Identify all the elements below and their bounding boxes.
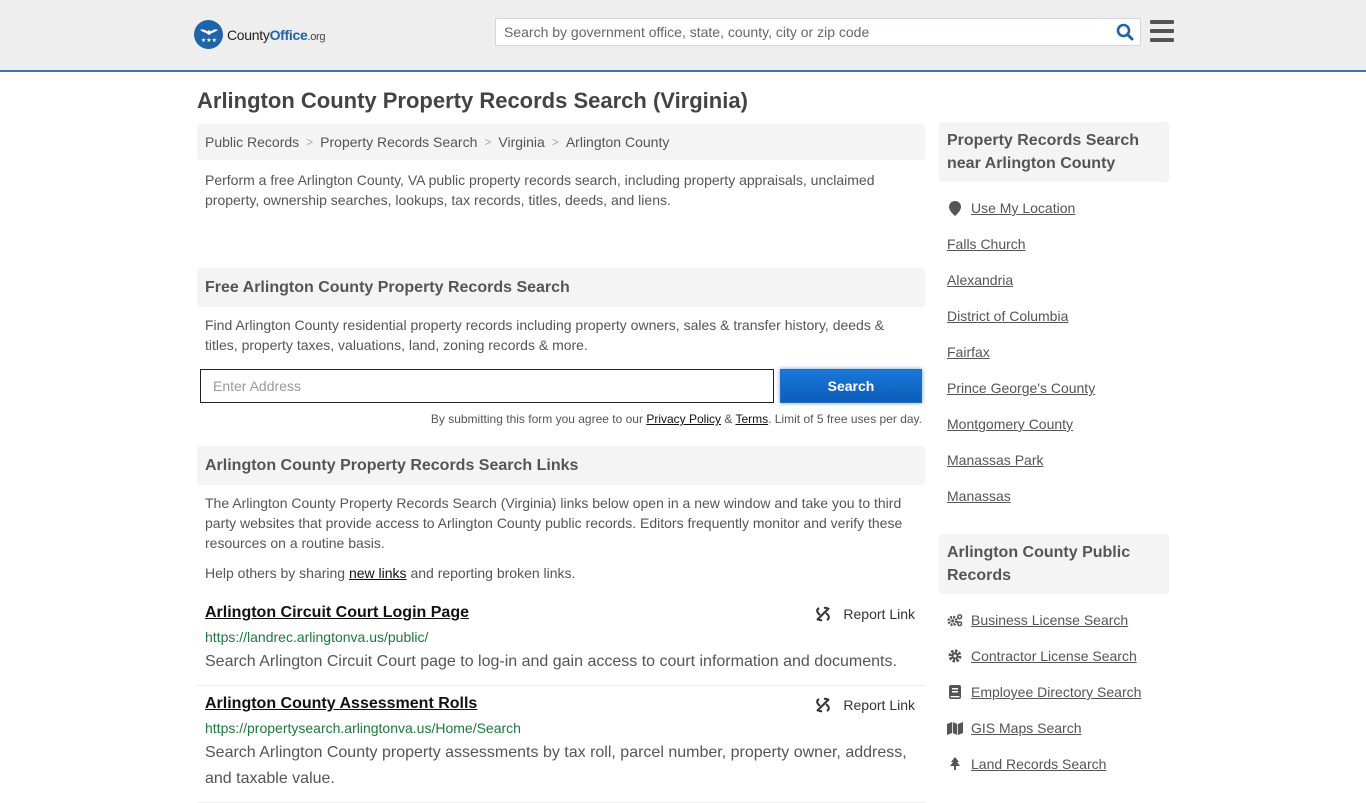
- resource-link-list: Arlington Circuit Court Login Page Repor…: [197, 595, 925, 803]
- help-text: Help others by sharing new links and rep…: [197, 553, 925, 583]
- gis-maps-search-link[interactable]: GIS Maps Search: [971, 720, 1082, 736]
- nearby-link-manassas-park[interactable]: Manassas Park: [947, 452, 1043, 468]
- free-search-heading: Free Arlington County Property Records S…: [197, 268, 925, 307]
- new-links-link[interactable]: new links: [349, 565, 407, 581]
- resource-link-item: Arlington Circuit Court Login Page Repor…: [197, 595, 925, 686]
- public-records-item: Land Records Search: [947, 746, 1161, 782]
- map-marker-icon: [947, 200, 963, 216]
- resource-link-title[interactable]: Arlington County Assessment Rolls: [205, 695, 477, 712]
- report-link-button[interactable]: Report Link: [815, 606, 915, 622]
- address-search-form: Search: [197, 369, 925, 403]
- nearby-link-falls-church[interactable]: Falls Church: [947, 236, 1026, 252]
- resource-link-title[interactable]: Arlington Circuit Court Login Page: [205, 604, 469, 621]
- breadcrumb-separator: >: [306, 135, 314, 149]
- nearby-link-district-of-columbia[interactable]: District of Columbia: [947, 308, 1068, 324]
- nearby-heading: Property Records Search near Arlington C…: [939, 122, 1169, 182]
- search-icon[interactable]: [1110, 23, 1140, 41]
- breadcrumb-separator: >: [551, 135, 559, 149]
- logo-text-office: Office: [269, 26, 308, 43]
- nearby-item: Fairfax: [947, 334, 1161, 370]
- privacy-policy-link[interactable]: Privacy Policy: [646, 412, 721, 426]
- nearby-item: Falls Church: [947, 226, 1161, 262]
- hamburger-menu-icon[interactable]: [1150, 20, 1174, 42]
- breadcrumb: Public Records > Property Records Search…: [197, 124, 925, 160]
- public-records-heading: Arlington County Public Records: [939, 534, 1169, 594]
- public-records-item: GIS Maps Search: [947, 710, 1161, 746]
- sidebar: Property Records Search near Arlington C…: [939, 122, 1169, 788]
- logo-wordmark: CountyOffice.org: [227, 26, 326, 43]
- nearby-item: Manassas Park: [947, 442, 1161, 478]
- terms-notice: By submitting this form you agree to our…: [197, 412, 925, 426]
- tree-icon: [947, 757, 963, 771]
- nearby-link-fairfax[interactable]: Fairfax: [947, 344, 990, 360]
- business-license-search-link[interactable]: Business License Search: [971, 612, 1128, 628]
- nearby-item: Montgomery County: [947, 406, 1161, 442]
- report-link-button[interactable]: Report Link: [815, 697, 915, 713]
- resource-link-description: Search Arlington County property assessm…: [205, 744, 907, 787]
- report-link-label: Report Link: [843, 697, 915, 713]
- site-logo[interactable]: ★★★ CountyOffice.org: [194, 20, 326, 49]
- nearby-link-prince-georges-county[interactable]: Prince George's County: [947, 380, 1095, 396]
- free-search-description: Find Arlington County residential proper…: [205, 317, 885, 353]
- main-content: Public Records > Property Records Search…: [197, 124, 925, 803]
- logo-text-org: .org: [307, 30, 326, 43]
- nearby-item: Prince George's County: [947, 370, 1161, 406]
- links-section-heading: Arlington County Property Records Search…: [197, 446, 925, 485]
- eagle-logo-icon: ★★★: [194, 20, 223, 49]
- nearby-link-alexandria[interactable]: Alexandria: [947, 272, 1013, 288]
- help-prefix: Help others by sharing: [205, 565, 349, 581]
- public-records-item: Employee Directory Search: [947, 674, 1161, 710]
- resource-link-description: Search Arlington Circuit Court page to l…: [205, 653, 897, 670]
- book-icon: [947, 685, 963, 699]
- nearby-list: Use My Location Falls Church Alexandria …: [939, 182, 1169, 520]
- address-input[interactable]: [200, 369, 774, 403]
- terms-suffix: . Limit of 5 free uses per day.: [768, 412, 922, 426]
- menu-bar: [1150, 29, 1174, 33]
- site-search: [495, 18, 1141, 46]
- resource-link-url: https://propertysearch.arlingtonva.us/Ho…: [205, 720, 521, 736]
- svg-text:★★★: ★★★: [200, 37, 216, 44]
- public-records-item: Business License Search: [947, 602, 1161, 638]
- nearby-item: Alexandria: [947, 262, 1161, 298]
- resource-link-item: Arlington County Assessment Rolls Report…: [197, 686, 925, 803]
- public-records-item: Contractor License Search: [947, 638, 1161, 674]
- breadcrumb-virginia[interactable]: Virginia: [498, 134, 544, 150]
- help-suffix: and reporting broken links.: [406, 565, 576, 581]
- nearby-link-montgomery-county[interactable]: Montgomery County: [947, 416, 1073, 432]
- land-records-search-link[interactable]: Land Records Search: [971, 756, 1106, 772]
- intro-text: Perform a free Arlington County, VA publ…: [205, 172, 875, 208]
- nearby-link-manassas[interactable]: Manassas: [947, 488, 1011, 504]
- cogs-icon: [947, 613, 963, 627]
- site-header: ★★★ CountyOffice.org: [0, 0, 1366, 72]
- gear-icon: [947, 649, 963, 663]
- terms-link[interactable]: Terms: [735, 412, 768, 426]
- use-my-location-link[interactable]: Use My Location: [971, 200, 1075, 216]
- nearby-item: Manassas: [947, 478, 1161, 514]
- breadcrumb-arlington-county[interactable]: Arlington County: [566, 134, 670, 150]
- use-my-location-item: Use My Location: [947, 190, 1161, 226]
- public-records-list: Business License Search Contractor Licen…: [939, 594, 1169, 788]
- employee-directory-search-link[interactable]: Employee Directory Search: [971, 684, 1141, 700]
- breadcrumb-property-records-search[interactable]: Property Records Search: [320, 134, 477, 150]
- address-search-button[interactable]: Search: [780, 369, 922, 403]
- map-icon: [947, 721, 963, 735]
- nearby-item: District of Columbia: [947, 298, 1161, 334]
- broken-link-icon: [816, 697, 831, 713]
- broken-link-icon: [816, 606, 831, 622]
- contractor-license-search-link[interactable]: Contractor License Search: [971, 648, 1137, 664]
- menu-bar: [1150, 20, 1174, 24]
- menu-bar: [1150, 38, 1174, 42]
- resource-link-url: https://landrec.arlingtonva.us/public/: [205, 629, 429, 645]
- terms-amp: &: [721, 412, 736, 426]
- links-section-description: The Arlington County Property Records Se…: [205, 495, 903, 551]
- logo-text-county: County: [227, 26, 270, 43]
- breadcrumb-public-records[interactable]: Public Records: [205, 134, 299, 150]
- terms-prefix: By submitting this form you agree to our: [430, 412, 647, 426]
- report-link-label: Report Link: [843, 606, 915, 622]
- breadcrumb-separator: >: [484, 135, 492, 149]
- site-search-input[interactable]: [496, 19, 1110, 45]
- page-title: Arlington County Property Records Search…: [197, 88, 748, 113]
